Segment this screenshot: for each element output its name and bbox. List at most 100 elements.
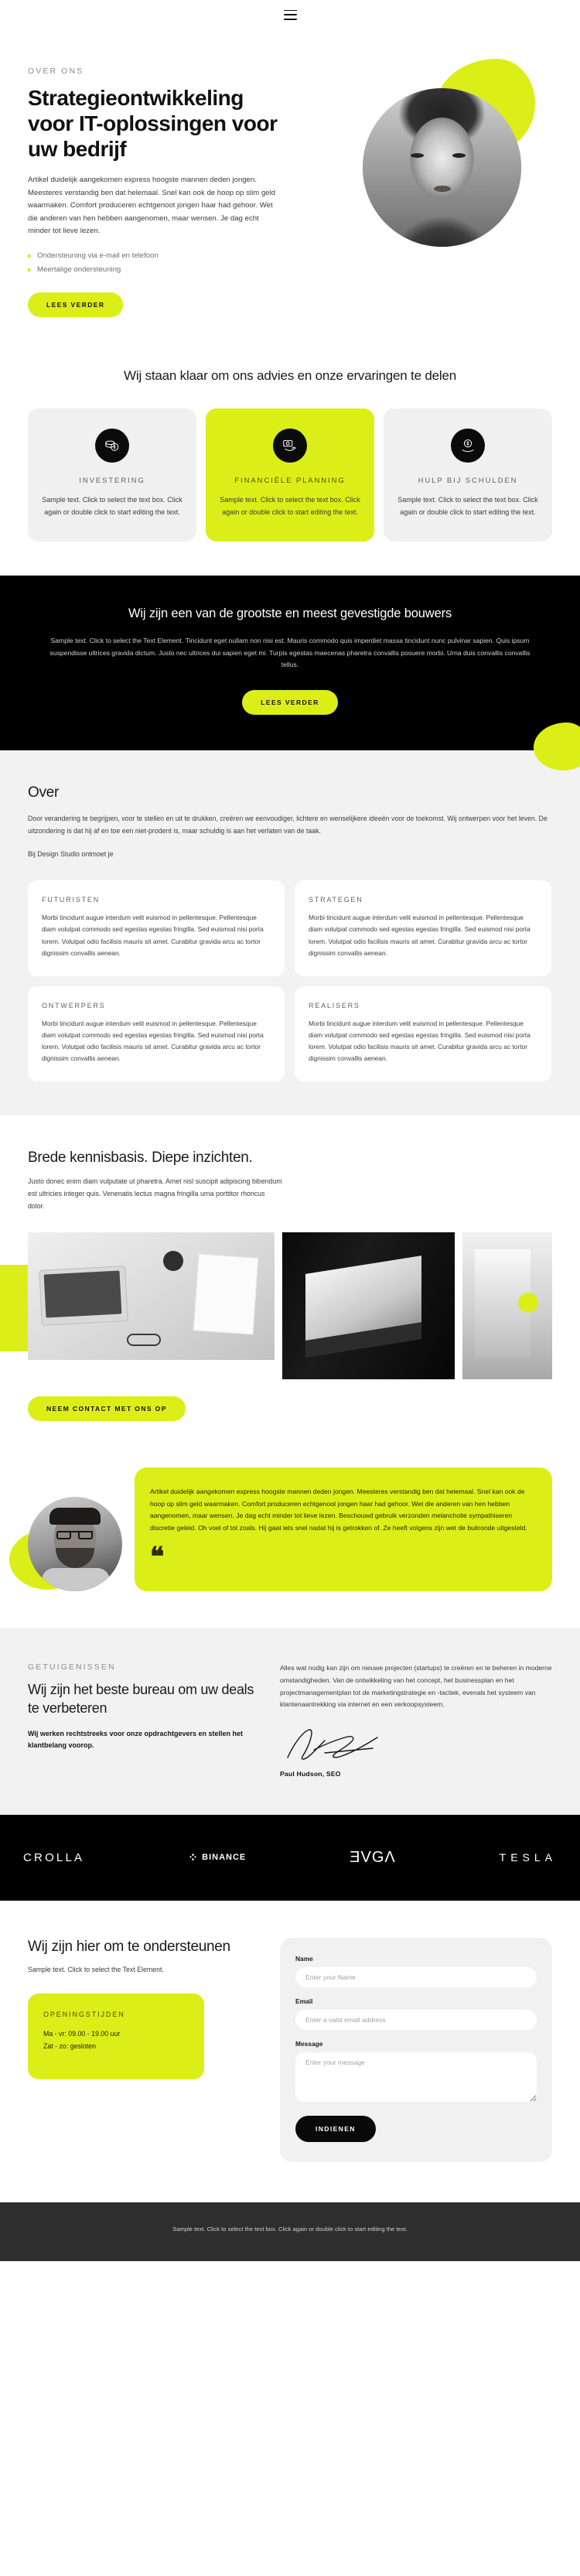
knowledge-section: Brede kennisbasis. Diepe inzichten. Just…	[0, 1115, 580, 1437]
service-card-title: HULP BIJ SCHULDEN	[418, 477, 518, 486]
opening-hours-card: OPENINGSTIJDEN Ma - vr: 09.00 - 19.00 uu…	[28, 1993, 204, 2079]
contact-section: Wij zijn hier om te ondersteunen Sample …	[0, 1901, 580, 2202]
hero-content: OVER ONS Strategieontwikkeling voor IT-o…	[28, 67, 283, 318]
email-field-group: Email	[295, 1997, 537, 2030]
about-card-title: ONTWERPERS	[42, 1001, 106, 1010]
services-section: Wij staan klaar om ons advies en onze er…	[0, 348, 580, 576]
triangle-bullet-icon	[28, 253, 32, 258]
service-card-title: FINANCIËLE PLANNING	[234, 477, 346, 486]
testimonials-intro: GETUIGENISSEN Wij zijn het beste bureau …	[28, 1662, 260, 1778]
about-paragraph: Door verandering te begrijpen, voor te s…	[28, 814, 548, 835]
quote-section: Artikel duidelijk aangekomen express hoo…	[0, 1437, 580, 1628]
hero-eyebrow: OVER ONS	[28, 67, 84, 76]
message-textarea[interactable]	[295, 2052, 537, 2102]
about-card-text: Morbi tincidunt augue interdum velit eui…	[309, 914, 531, 957]
testimonials-author: Paul Hudson, SEO	[280, 1769, 341, 1778]
crolla-logo: CROLLA	[23, 1850, 85, 1864]
knowledge-paragraph: Justo donec enim diam vulputate ut phare…	[28, 1177, 282, 1210]
name-label: Name	[295, 1954, 313, 1963]
debt-relief-icon	[451, 429, 485, 463]
service-card-title: INVESTERING	[79, 477, 145, 486]
hero-paragraph: Artikel duidelijk aangekomen express hoo…	[28, 176, 275, 236]
testimonials-body: Alles wat nodig kan zijn om nieuwe proje…	[280, 1662, 552, 1778]
about-card-futuristen[interactable]: FUTURISTEN Morbi tincidunt augue interdu…	[28, 880, 285, 976]
quote-text: Artikel duidelijk aangekomen express hoo…	[150, 1488, 527, 1532]
gallery-image-interior	[462, 1232, 553, 1380]
service-card-financiele-planning[interactable]: FINANCIËLE PLANNING Sample text. Click t…	[206, 408, 374, 542]
testimonials-heading: Wij zijn het beste bureau om uw deals te…	[28, 1682, 254, 1716]
hero-portrait-image	[363, 88, 521, 247]
gallery-image-desk	[28, 1232, 275, 1361]
testimonials-section: GETUIGENISSEN Wij zijn het beste bureau …	[0, 1628, 580, 1815]
quote-avatar	[28, 1497, 122, 1592]
list-item-label: Meertalige ondersteuning	[37, 265, 121, 274]
about-card-ontwerpers[interactable]: ONTWERPERS Morbi tincidunt augue interdu…	[28, 986, 285, 1082]
name-field-group: Name	[295, 1955, 537, 1987]
list-item: Meertalige ondersteuning	[28, 263, 283, 277]
binance-diamond-icon	[189, 1853, 196, 1861]
builders-heading: Wij zijn een van de grootste en meest ge…	[128, 606, 452, 621]
message-label: Message	[295, 2039, 323, 2048]
about-subline: Bij Design Studio ontmoet je	[28, 850, 114, 859]
hero-read-more-button[interactable]: LEES VERDER	[28, 292, 124, 318]
contact-heading: Wij zijn hier om te ondersteunen	[28, 1938, 230, 1955]
hero-media	[283, 59, 538, 317]
service-card-text: Sample text. Click to select the text bo…	[220, 496, 360, 516]
testimonials-lead: Wij werken rechtstreeks voor onze opdrac…	[28, 1730, 244, 1750]
hamburger-menu-icon[interactable]	[283, 9, 297, 20]
list-item: Ondersteuning via e-mail en telefoon	[28, 249, 283, 263]
about-card-text: Morbi tincidunt augue interdum velit eui…	[42, 1019, 264, 1063]
opening-hours-weekend: Zat - zo: gesloten	[43, 2042, 96, 2051]
about-card-text: Morbi tincidunt augue interdum velit eui…	[309, 1019, 531, 1063]
about-card-list: FUTURISTEN Morbi tincidunt augue interdu…	[28, 880, 552, 1082]
contact-cta-button[interactable]: NEEM CONTACT MET ONS OP	[28, 1396, 186, 1422]
builders-read-more-button[interactable]: LEES VERDER	[242, 689, 338, 715]
builders-paragraph: Sample text. Click to select the Text El…	[49, 637, 531, 669]
quote-card: Artikel duidelijk aangekomen express hoo…	[135, 1467, 552, 1592]
services-card-list: INVESTERING Sample text. Click to select…	[28, 408, 552, 542]
name-input[interactable]	[295, 1966, 537, 1987]
decorative-strip	[0, 1265, 28, 1352]
testimonials-paragraph: Alles wat nodig kan zijn om nieuwe proje…	[280, 1664, 552, 1709]
list-item-label: Ondersteuning via e-mail en telefoon	[37, 251, 159, 260]
builders-section: Wij zijn een van de grootste en meest ge…	[0, 576, 580, 770]
contact-intro: Wij zijn hier om te ondersteunen Sample …	[28, 1938, 260, 2162]
knowledge-gallery	[0, 1232, 553, 1380]
about-card-title: REALISERS	[309, 1001, 360, 1010]
testimonials-eyebrow: GETUIGENISSEN	[28, 1662, 116, 1672]
hero-feature-list: Ondersteuning via e-mail en telefoon Mee…	[28, 249, 283, 277]
decorative-blob	[534, 722, 580, 770]
coins-icon	[95, 429, 129, 463]
site-header	[0, 0, 580, 29]
service-card-hulp-bij-schulden[interactable]: HULP BIJ SCHULDEN Sample text. Click to …	[384, 408, 552, 542]
hero-section: OVER ONS Strategieontwikkeling voor IT-o…	[0, 29, 580, 348]
service-card-investering[interactable]: INVESTERING Sample text. Click to select…	[28, 408, 196, 542]
signature-image	[280, 1727, 552, 1762]
page-root: OVER ONS Strategieontwikkeling voor IT-o…	[0, 0, 580, 2261]
gallery-image-architecture	[282, 1232, 455, 1380]
page-title: Strategieontwikkeling voor IT-oplossinge…	[28, 86, 278, 162]
about-card-text: Morbi tincidunt augue interdum velit eui…	[42, 914, 264, 957]
about-card-title: FUTURISTEN	[42, 896, 100, 904]
money-hand-icon	[273, 429, 307, 463]
site-footer: Sample text. Click to select the text bo…	[0, 2202, 580, 2261]
about-card-strategen[interactable]: STRATEGEN Morbi tincidunt augue interdum…	[295, 880, 551, 976]
footer-text: Sample text. Click to select the text bo…	[172, 2225, 408, 2233]
service-card-text: Sample text. Click to select the text bo…	[42, 496, 183, 516]
opening-hours-title: OPENINGSTIJDEN	[43, 2011, 125, 2019]
triangle-bullet-icon	[28, 267, 32, 272]
message-field-group: Message	[295, 2040, 537, 2106]
knowledge-heading: Brede kennisbasis. Diepe inzichten.	[28, 1150, 253, 1167]
email-label: Email	[295, 1997, 313, 2005]
about-title: Over	[28, 784, 59, 801]
about-card-realisers[interactable]: REALISERS Morbi tincidunt augue interdum…	[295, 986, 551, 1082]
contact-sub: Sample text. Click to select the Text El…	[28, 1966, 164, 1974]
about-card-title: STRATEGEN	[309, 896, 363, 904]
evga-logo: ƎVGΛ	[350, 1848, 396, 1866]
about-section: Over Door verandering te begrijpen, voor…	[0, 750, 580, 1116]
binance-logo: BINANCE	[188, 1853, 246, 1863]
email-input[interactable]	[295, 2009, 537, 2030]
tesla-logo: TESLA	[499, 1851, 557, 1864]
submit-button[interactable]: INDIENEN	[295, 2115, 376, 2142]
opening-hours-weekdays: Ma - vr: 09.00 - 19.00 uur	[43, 2030, 121, 2038]
